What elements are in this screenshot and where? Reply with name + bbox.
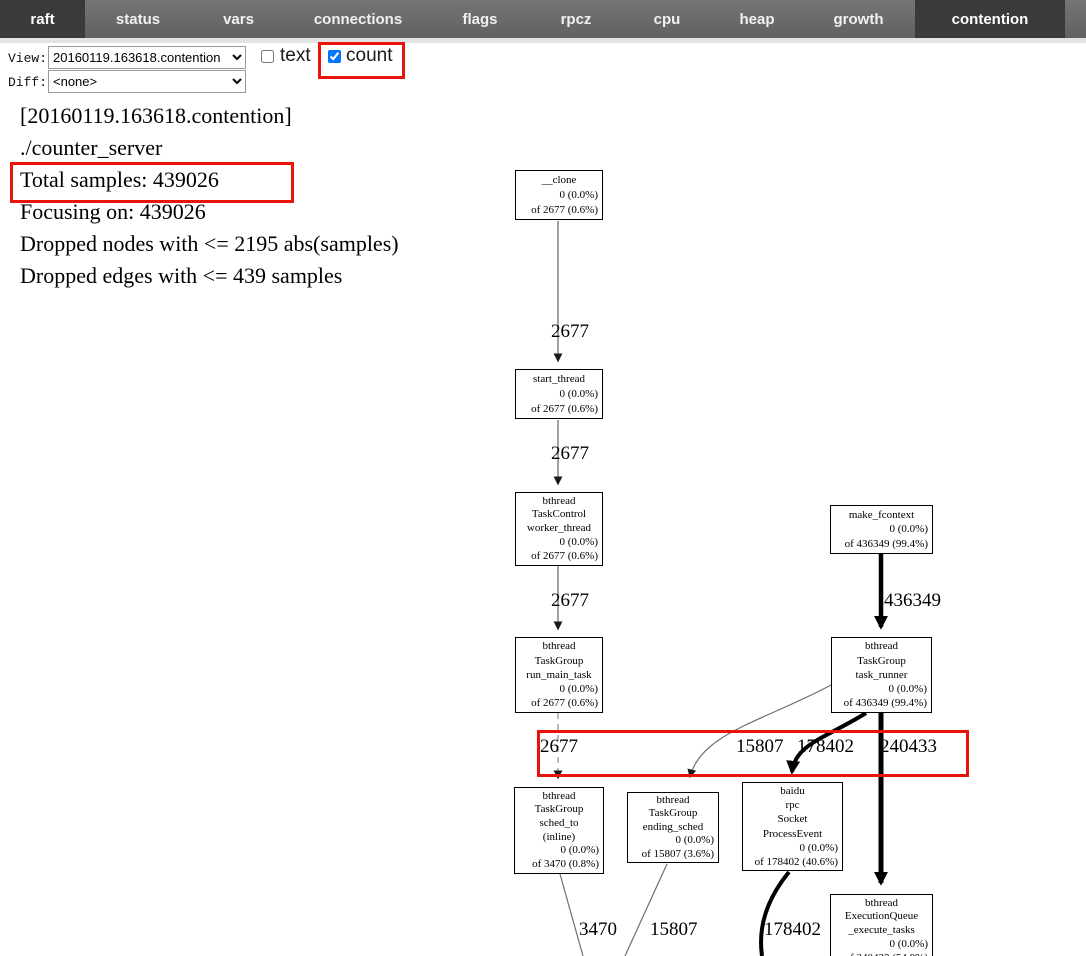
edge-label: 178402 <box>797 736 854 758</box>
binary-name-line: ./counter_server <box>20 132 399 164</box>
node-make-fcontext: make_fcontext 0 (0.0%) of 436349 (99.4%) <box>830 505 933 554</box>
edge-label: 2677 <box>551 590 589 612</box>
focusing-on-line: Focusing on: 439026 <box>20 196 399 228</box>
edge-label: 178402 <box>764 919 821 941</box>
tab-vars[interactable]: vars <box>191 0 286 38</box>
profile-name-line: [20160119.163618.contention] <box>20 100 399 132</box>
diff-select[interactable]: <none> <box>48 70 246 93</box>
node-clone: __clone 0 (0.0%) of 2677 (0.6%) <box>515 170 603 220</box>
edge-label: 2677 <box>540 736 578 758</box>
tab-connections[interactable]: connections <box>286 0 430 38</box>
count-checkbox[interactable] <box>328 50 341 63</box>
text-checkbox-label[interactable]: text <box>280 45 311 67</box>
edge-label: 436349 <box>884 590 941 612</box>
node-ending-sched: bthread TaskGroup ending_sched 0 (0.0%) … <box>627 792 719 863</box>
dropped-nodes-line: Dropped nodes with <= 2195 abs(samples) <box>20 228 399 260</box>
view-select[interactable]: 20160119.163618.contention <box>48 46 246 69</box>
tab-rpcz[interactable]: rpcz <box>530 0 622 38</box>
node-start-thread: start_thread 0 (0.0%) of 2677 (0.6%) <box>515 369 603 419</box>
tab-contention[interactable]: contention <box>915 0 1065 38</box>
navbar-filler <box>1065 0 1086 38</box>
view-label: View: <box>8 51 47 66</box>
node-worker-thread: bthread TaskControl worker_thread 0 (0.0… <box>515 492 603 566</box>
count-checkbox-label[interactable]: count <box>346 45 392 67</box>
profile-summary: [20160119.163618.contention] ./counter_s… <box>20 100 399 292</box>
edge-label: 2677 <box>551 443 589 465</box>
tab-status[interactable]: status <box>85 0 191 38</box>
dropped-edges-line: Dropped edges with <= 439 samples <box>20 260 399 292</box>
diff-label: Diff: <box>8 75 47 90</box>
node-sched-to: bthread TaskGroup sched_to (inline) 0 (0… <box>514 787 604 874</box>
tab-growth[interactable]: growth <box>802 0 915 38</box>
node-socket-process-event: baidu rpc Socket ProcessEvent 0 (0.0%) o… <box>742 782 843 871</box>
edge-label: 2677 <box>551 321 589 343</box>
edge-label: 3470 <box>579 919 617 941</box>
edge-label: 15807 <box>736 736 784 758</box>
edge-label: 15807 <box>650 919 698 941</box>
total-samples-line: Total samples: 439026 <box>20 164 399 196</box>
node-execute-tasks: bthread ExecutionQueue _execute_tasks 0 … <box>830 894 933 956</box>
edge-label: 240433 <box>880 736 937 758</box>
tab-flags[interactable]: flags <box>430 0 530 38</box>
text-checkbox[interactable] <box>261 50 274 63</box>
node-run-main-task: bthread TaskGroup run_main_task 0 (0.0%)… <box>515 637 603 713</box>
top-navbar: raft status vars connections flags rpcz … <box>0 0 1086 43</box>
tab-cpu[interactable]: cpu <box>622 0 712 38</box>
node-task-runner: bthread TaskGroup task_runner 0 (0.0%) o… <box>831 637 932 713</box>
tab-raft[interactable]: raft <box>0 0 85 38</box>
tab-heap[interactable]: heap <box>712 0 802 38</box>
